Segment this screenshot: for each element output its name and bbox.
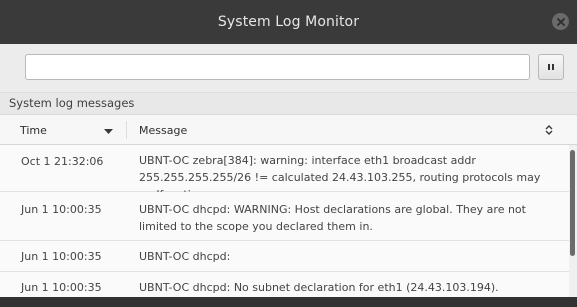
search-input[interactable] [25, 54, 530, 80]
table-row[interactable]: Oct 1 21:32:06 UBNT-OC zebra[384]: warni… [0, 145, 569, 201]
row-message: UBNT-OC dhcpd: WARNING: Host declaration… [139, 203, 526, 233]
column-header-message[interactable]: Message [139, 124, 187, 137]
pause-icon [548, 64, 554, 70]
titlebar: System Log Monitor [0, 0, 577, 44]
toolbar [0, 44, 577, 92]
table-row[interactable]: Jun 1 10:00:35 UBNT-OC dhcpd: [0, 241, 569, 272]
row-time: Jun 1 10:00:35 [21, 203, 102, 216]
row-time: Jun 1 10:00:35 [21, 250, 102, 263]
sort-descending-icon[interactable] [104, 129, 113, 135]
section-label: System log messages [9, 96, 135, 110]
bottom-edge [0, 297, 577, 307]
section-header: System log messages [0, 92, 577, 114]
table-row[interactable]: Jun 1 10:00:35 UBNT-OC dhcpd: WARNING: H… [0, 192, 569, 241]
log-table-body: Oct 1 21:32:06 UBNT-OC zebra[384]: warni… [0, 145, 569, 307]
column-separator[interactable] [126, 121, 127, 139]
window-title: System Log Monitor [217, 14, 360, 30]
system-log-monitor-window: System Log Monitor System log messages T… [0, 0, 577, 307]
sort-toggle-icon[interactable] [545, 124, 553, 136]
pause-button[interactable] [538, 54, 564, 80]
row-message: UBNT-OC dhcpd: [139, 250, 231, 263]
close-button[interactable] [552, 13, 569, 30]
row-message: UBNT-OC dhcpd: No subnet declaration for… [139, 281, 499, 294]
row-time: Oct 1 21:32:06 [21, 155, 104, 168]
table-header: Time Message [0, 114, 577, 145]
scrollbar-thumb[interactable] [570, 150, 575, 256]
row-time: Jun 1 10:00:35 [21, 281, 102, 294]
column-header-time[interactable]: Time [20, 124, 47, 137]
close-icon [556, 17, 565, 26]
